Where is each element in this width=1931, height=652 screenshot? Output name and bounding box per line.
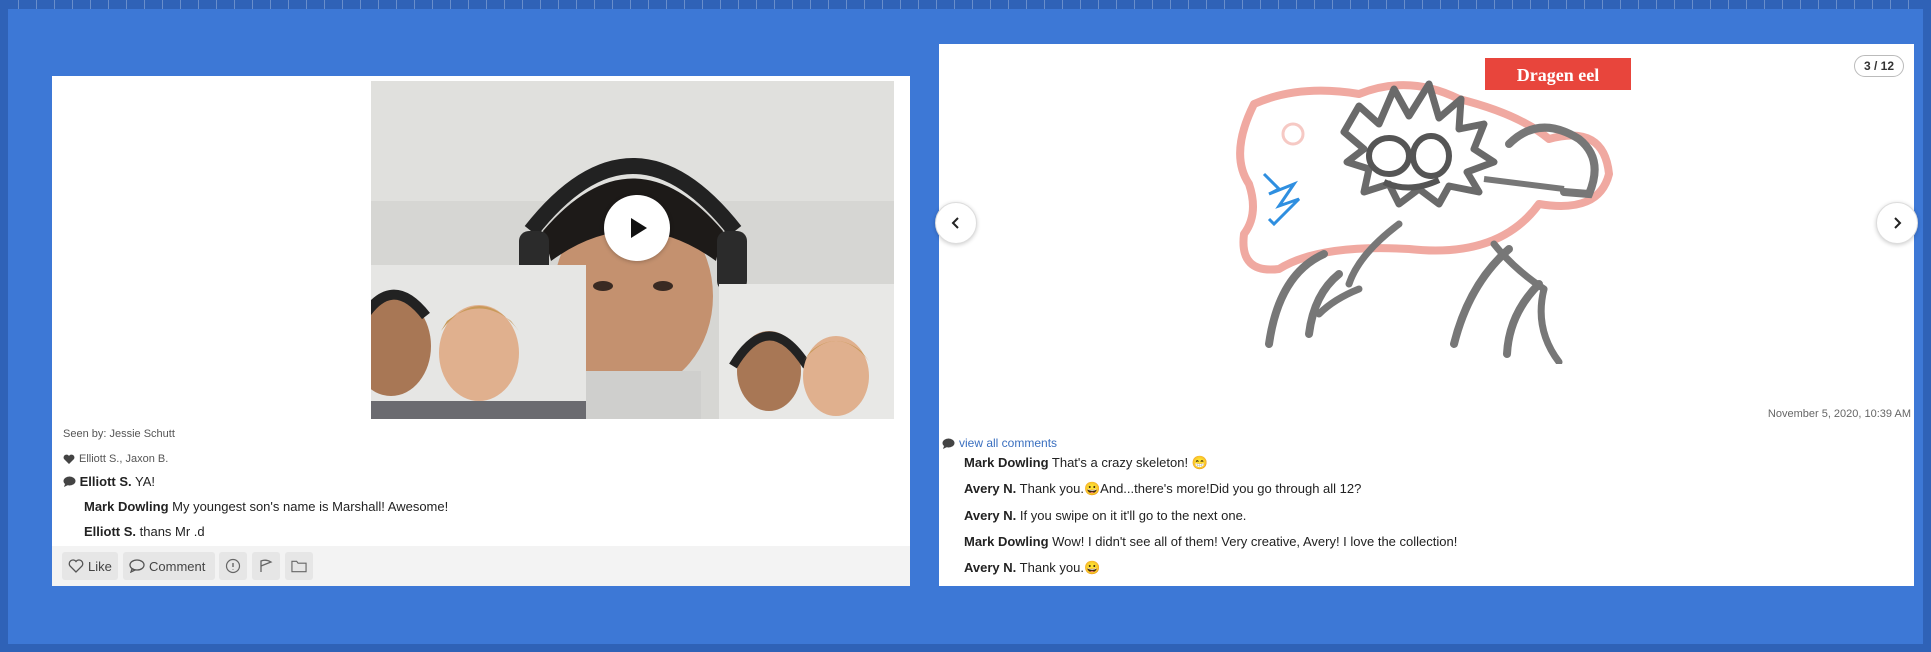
comment-text: If you swipe on it it'll go to the next … — [1019, 508, 1247, 523]
flag-icon — [260, 559, 273, 572]
video-player[interactable] — [371, 81, 894, 419]
flag-button[interactable] — [252, 552, 280, 580]
comment-bubble-icon — [63, 476, 76, 487]
folder-button[interactable] — [285, 552, 313, 580]
dragon-drawing-image: Dragen eel — [939, 44, 1914, 364]
post-timestamp: November 5, 2020, 10:39 AM — [1767, 408, 1911, 420]
play-button[interactable] — [604, 195, 670, 261]
drawing-title: Dragen eel — [1517, 65, 1599, 85]
comment-text: Thank you.😀 — [1019, 560, 1101, 575]
comment-row: Mark Dowling Wow! I didn't see all of th… — [964, 534, 1457, 549]
heart-outline-icon — [68, 559, 84, 573]
comment-author[interactable]: Elliott S. — [80, 474, 132, 489]
seen-by-text: Seen by: Jessie Schutt — [63, 428, 175, 440]
screen-frame-bottom — [0, 644, 1931, 652]
comment-label: Comment — [149, 558, 206, 574]
comment-author[interactable]: Avery N. — [964, 481, 1016, 496]
comment-text: That's a crazy skeleton! 😁 — [1051, 455, 1208, 470]
chevron-right-icon — [1894, 217, 1902, 229]
previous-button[interactable] — [935, 202, 977, 244]
comment-text: Wow! I didn't see all of them! Very crea… — [1052, 534, 1458, 549]
play-icon — [631, 218, 647, 238]
view-all-comments-link[interactable]: view all comments — [942, 436, 1057, 450]
likes-row: Elliott S., Jaxon B. — [63, 453, 168, 465]
likes-names: Elliott S., Jaxon B. — [79, 453, 169, 465]
page-indicator: 3 / 12 — [1853, 55, 1904, 77]
info-button[interactable] — [219, 552, 247, 580]
comment-row: Elliott S. YA! — [63, 474, 155, 489]
heart-icon — [63, 454, 75, 464]
comment-button[interactable]: Comment — [123, 552, 215, 580]
comment-author[interactable]: Elliott S. — [84, 524, 136, 539]
comment-text: Thank you.😀And...there's more!Did you go… — [1019, 481, 1362, 496]
screen-frame-top — [0, 0, 1931, 9]
view-all-label: view all comments — [959, 436, 1058, 450]
comment-row: Mark Dowling My youngest son's name is M… — [84, 499, 448, 514]
comment-bubble-icon — [942, 438, 955, 449]
comment-text: YA! — [135, 474, 156, 489]
post-action-toolbar: Like Comment — [52, 546, 910, 586]
comment-author[interactable]: Mark Dowling — [84, 499, 169, 514]
comment-row: Elliott S. thans Mr .d — [84, 524, 205, 539]
like-label: Like — [88, 558, 112, 574]
info-bubble-icon — [225, 558, 241, 574]
chevron-left-icon — [951, 217, 959, 229]
comment-text: thans Mr .d — [139, 524, 205, 539]
video-post-card: Seen by: Jessie Schutt Elliott S., Jaxon… — [52, 76, 910, 586]
comment-author[interactable]: Mark Dowling — [964, 534, 1049, 549]
comment-text: My youngest son's name is Marshall! Awes… — [172, 499, 449, 514]
comment-row: Avery N. Thank you.😀 — [964, 560, 1100, 576]
comment-outline-icon — [129, 559, 145, 573]
comment-author[interactable]: Mark Dowling — [964, 455, 1049, 470]
next-button[interactable] — [1876, 202, 1918, 244]
comment-row: Avery N. If you swipe on it it'll go to … — [964, 508, 1246, 523]
comment-author[interactable]: Avery N. — [964, 508, 1016, 523]
screen-frame-left — [0, 0, 8, 652]
folder-icon — [291, 560, 307, 573]
comment-author[interactable]: Avery N. — [964, 560, 1016, 575]
drawing-post-card: Dragen eel 3 / 12 November 5, 2020, 10:3… — [935, 44, 1918, 586]
comment-row: Mark Dowling That's a crazy skeleton! 😁 — [964, 455, 1208, 471]
like-button[interactable]: Like — [62, 552, 118, 580]
comment-row: Avery N. Thank you.😀And...there's more!D… — [964, 481, 1361, 497]
screen-frame-right — [1923, 0, 1931, 652]
